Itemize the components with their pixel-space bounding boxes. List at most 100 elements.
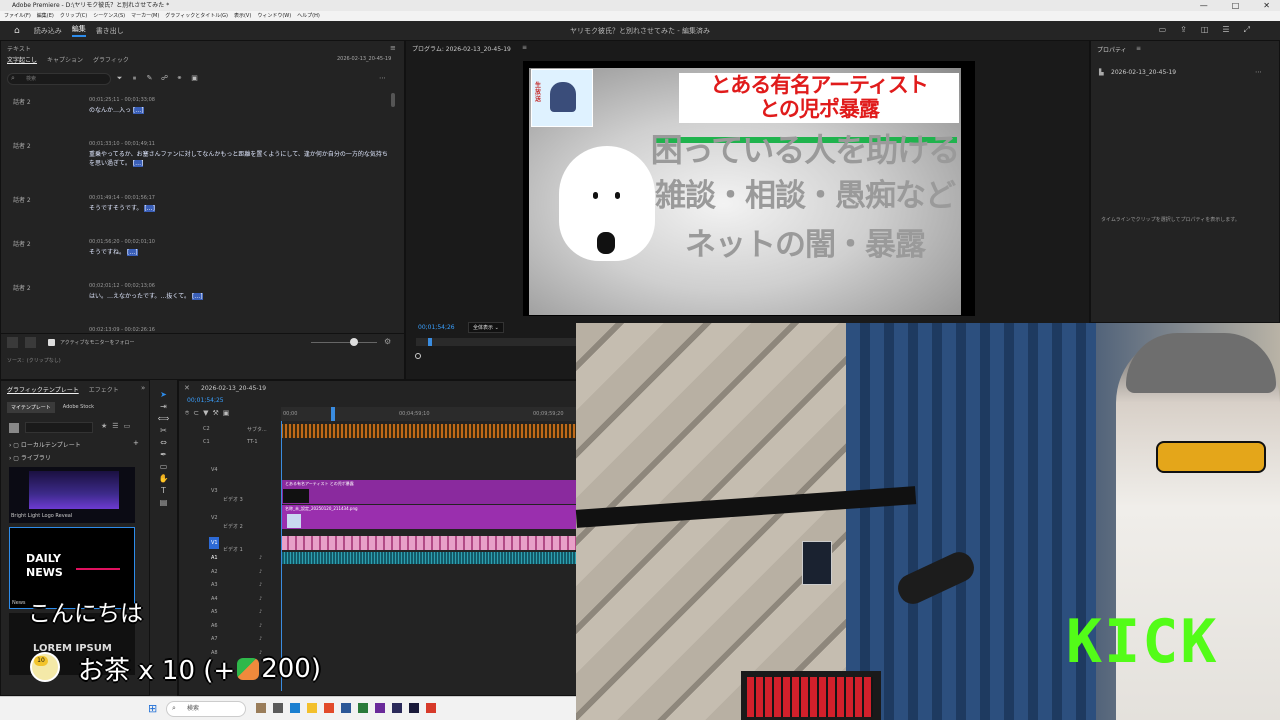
follow-checkbox[interactable] xyxy=(48,339,55,346)
settings-icon[interactable]: ⚙ xyxy=(384,337,391,346)
timeline-ruler[interactable]: 00;00 00;04;59;10 00;09;59;20 xyxy=(281,407,579,421)
app-widgets-icon[interactable] xyxy=(256,703,266,713)
row-text[interactable]: そうですね。 […] xyxy=(89,248,389,257)
audio-track-a4[interactable]: A4 ♪ xyxy=(179,593,579,606)
template-search[interactable] xyxy=(25,422,93,433)
type-tool-icon[interactable]: T xyxy=(161,486,166,495)
transcript-row[interactable]: 話者 2 00;01;49;14 - 00;01;56;17 そうですそうです。 [… xyxy=(1,195,401,239)
razor-tool-icon[interactable]: ✂ xyxy=(160,426,167,435)
properties-menu-icon[interactable]: ≡ xyxy=(1136,45,1141,52)
mic-icon[interactable]: ♪ xyxy=(259,569,262,575)
row-text[interactable]: そうですそうです。 […] xyxy=(89,204,389,213)
caption-icon[interactable]: ▣ xyxy=(190,74,199,83)
timeline-timecode[interactable]: 00;01;54;25 xyxy=(187,397,224,404)
snap-icon[interactable]: ⌾ xyxy=(185,409,189,418)
mic-icon[interactable]: ♪ xyxy=(259,555,262,561)
quick-export-icon[interactable]: ⇪ xyxy=(1180,25,1187,35)
audio-track-a1[interactable]: A1 ♪ xyxy=(179,552,579,565)
hand-tool-icon[interactable]: ✋ xyxy=(159,474,169,483)
fullscreen-icon[interactable]: ⤢ xyxy=(1244,25,1250,35)
tab-graphic-templates[interactable]: グラフィックテンプレート xyxy=(7,385,79,394)
zoom-slider-track[interactable] xyxy=(311,342,377,343)
add-icon[interactable]: + xyxy=(133,439,139,447)
program-timecode[interactable]: 00;01;54;26 xyxy=(418,324,455,331)
tab-effects[interactable]: エフェクト xyxy=(89,385,119,394)
tab-my-templates[interactable]: マイテンプレート xyxy=(7,402,55,413)
audio-track-a6[interactable]: A6 ♪ xyxy=(179,620,579,633)
captions-toggle-icon[interactable]: ▣ xyxy=(223,409,230,418)
transcript-row[interactable]: 話者 2 00;01;25;11 - 00;01;33;08 のなんか…入っ […] xyxy=(1,97,401,141)
playhead-marker[interactable] xyxy=(428,338,432,346)
menu-window[interactable]: ウィンドウ(W) xyxy=(257,11,291,21)
zoom-handle[interactable] xyxy=(415,353,421,359)
pause-icon[interactable]: ⏸ xyxy=(130,74,139,83)
fit-dropdown[interactable]: 全体表示 ⌄ xyxy=(468,322,504,333)
row-text[interactable]: はい。…えなかったです。…抜くて。 […] xyxy=(89,292,389,301)
tree-library[interactable]: › ▢ ライブラリ xyxy=(9,453,51,462)
transcript-row[interactable]: 00;02;13;09 - 00;02;26;16 xyxy=(1,327,401,331)
app-explorer-icon[interactable] xyxy=(307,703,317,713)
filter-icon[interactable] xyxy=(9,423,19,433)
menu-help[interactable]: ヘルプ(H) xyxy=(297,11,320,21)
tab-transcript[interactable]: 文字起こし xyxy=(7,55,37,64)
menu-sequence[interactable]: シーケンス(S) xyxy=(93,11,125,21)
clip-image[interactable]: 名称_未_設定_20250120_211434.png xyxy=(281,505,579,529)
panel-menu-icon[interactable]: ≡ xyxy=(390,44,396,52)
audio-track-a5[interactable]: A5 ♪ xyxy=(179,606,579,619)
row-text[interactable]: のなんか…入っ […] xyxy=(89,106,389,115)
speaker-label[interactable]: 話者 2 xyxy=(13,141,31,150)
panel-icon[interactable]: ◫ xyxy=(1201,25,1209,35)
marker-tool-icon[interactable]: ▼ xyxy=(203,409,208,418)
audio-track-a3[interactable]: A3 ♪ xyxy=(179,579,579,592)
speakers-icon[interactable]: ☍ xyxy=(160,74,169,83)
workspace-icon[interactable]: ▭ xyxy=(1159,25,1167,35)
app-obs-icon[interactable] xyxy=(375,703,385,713)
ripple-edit-icon[interactable]: ⟺ xyxy=(158,414,169,423)
properties-more-icon[interactable]: ⋯ xyxy=(1255,68,1262,76)
app-taskview-icon[interactable] xyxy=(273,703,283,713)
app-mediaencoder-icon[interactable] xyxy=(409,703,419,713)
caption-clips[interactable] xyxy=(281,424,579,438)
tab-graphics[interactable]: グラフィック xyxy=(93,55,129,64)
tab-import[interactable]: 読み込み xyxy=(34,26,62,36)
clip-title-overlay[interactable]: とある有名アーティスト との児ポ暴露 xyxy=(281,480,579,504)
tab-export[interactable]: 書き出し xyxy=(96,26,124,36)
speaker-label[interactable]: 話者 2 xyxy=(13,283,31,292)
clip-main-video[interactable] xyxy=(281,536,579,550)
menu-graphics[interactable]: グラフィックとタイトル(G) xyxy=(165,11,228,21)
app-excel-icon[interactable] xyxy=(358,703,368,713)
merge-icon[interactable]: ⚭ xyxy=(175,74,184,83)
transcript-scrollbar[interactable] xyxy=(391,93,395,107)
audio-track-a2[interactable]: A2 ♪ xyxy=(179,566,579,579)
timeline-playhead[interactable] xyxy=(331,407,335,421)
list-icon[interactable]: ☰ xyxy=(1222,25,1229,35)
rectangle-tool-icon[interactable]: ▭ xyxy=(160,462,168,471)
tab-captions[interactable]: キャプション xyxy=(47,55,83,64)
mic-icon[interactable]: ♪ xyxy=(259,596,262,602)
app-acrobat-icon[interactable] xyxy=(426,703,436,713)
pen-icon[interactable]: ✎ xyxy=(145,74,154,83)
transcript-row[interactable]: 話者 2 00;01;33;10 - 00;01;49;11 重乗やってるか、お塞さ… xyxy=(1,141,401,185)
pen-tool-icon[interactable]: ✒ xyxy=(160,450,167,459)
panel-expand-icon[interactable]: » xyxy=(141,384,145,392)
home-icon[interactable]: ⌂ xyxy=(14,26,20,36)
star-icon[interactable]: ★ xyxy=(101,422,107,430)
timeline-close-icon[interactable]: ✕ xyxy=(184,384,190,392)
menu-file[interactable]: ファイル(F) xyxy=(4,11,31,21)
maximize-button[interactable]: □ xyxy=(1232,0,1240,11)
app-chrome-icon[interactable] xyxy=(324,703,334,713)
row-text[interactable]: 重乗やってるか、お塞さんファンに対してなんかもっと距離を置くようにして、逢か何か… xyxy=(89,150,389,168)
tree-local[interactable]: › ▢ ローカルテンプレート xyxy=(9,440,81,449)
menu-clip[interactable]: クリップ(C) xyxy=(60,11,87,21)
mic-icon[interactable]: ♪ xyxy=(259,609,262,615)
tab-edit[interactable]: 編集 xyxy=(71,24,86,37)
zoom-slider-handle[interactable] xyxy=(350,338,358,346)
track-v4[interactable]: V4 xyxy=(179,464,579,477)
folder-icon[interactable]: ▭ xyxy=(124,422,131,430)
speaker-label[interactable]: 話者 2 xyxy=(13,195,31,204)
close-button[interactable]: ✕ xyxy=(1263,0,1270,11)
speaker-label[interactable]: 話者 2 xyxy=(13,97,31,106)
app-edge-icon[interactable] xyxy=(290,703,300,713)
transcript-row[interactable]: 話者 2 00;02;01;12 - 00;02;13;06 はい。…えなかったです… xyxy=(1,283,401,327)
app-word-icon[interactable] xyxy=(341,703,351,713)
